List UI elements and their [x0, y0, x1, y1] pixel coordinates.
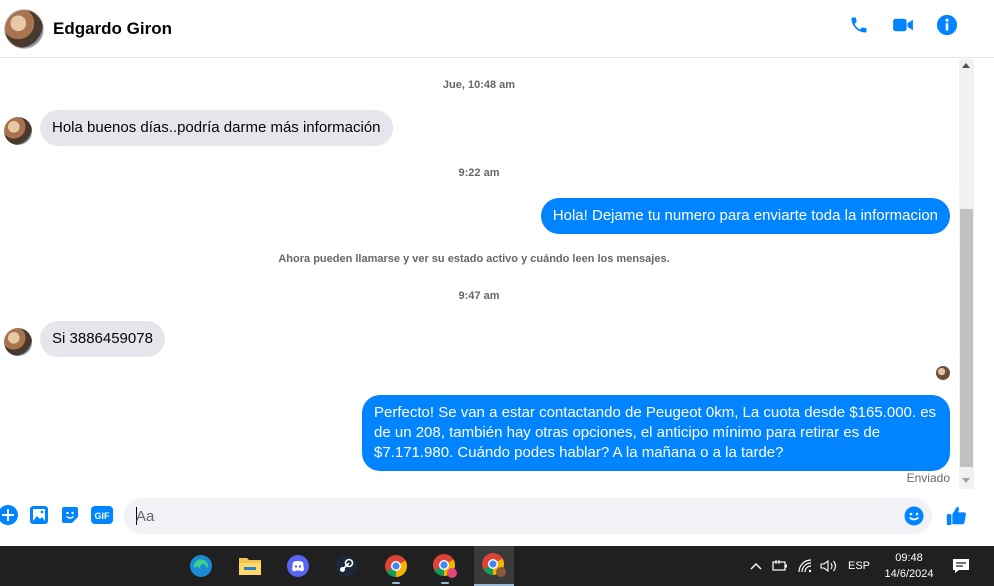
notifications-icon[interactable]: [952, 546, 970, 586]
clock-date: 14/6/2024: [884, 568, 934, 580]
running-indicator: [392, 582, 400, 584]
message-list[interactable]: Jue, 10:48 am Hola buenos días..podría d…: [0, 59, 958, 489]
gif-icon[interactable]: GIF: [90, 504, 114, 526]
sticker-icon[interactable]: [59, 504, 81, 526]
discord-icon[interactable]: [278, 546, 318, 586]
contact-name[interactable]: Edgardo Giron: [53, 19, 172, 39]
incoming-message[interactable]: Hola buenos días..podría darme más infor…: [40, 110, 393, 146]
edge-icon[interactable]: [181, 546, 221, 586]
header-actions: [848, 14, 958, 36]
contact-avatar[interactable]: [4, 8, 44, 49]
outgoing-message[interactable]: Hola! Dejame tu numero para enviarte tod…: [540, 198, 950, 234]
wifi-icon[interactable]: [798, 546, 814, 586]
delivery-status: Enviado: [906, 471, 950, 485]
scroll-down-arrow-icon[interactable]: [962, 478, 970, 483]
timestamp: 9:22 am: [458, 167, 500, 179]
incoming-message[interactable]: Si 3886459078: [40, 321, 165, 357]
sender-avatar[interactable]: [4, 328, 32, 356]
scroll-up-arrow-icon[interactable]: [962, 63, 970, 68]
chrome-profile-active-icon[interactable]: [474, 546, 514, 586]
sender-avatar[interactable]: [4, 117, 32, 145]
file-explorer-icon[interactable]: [230, 546, 270, 586]
emoji-icon[interactable]: [903, 505, 925, 527]
message-composer: GIF: [0, 494, 994, 540]
scrollbar[interactable]: [959, 59, 974, 489]
message-input[interactable]: [136, 506, 876, 526]
chrome-profile-icon[interactable]: [425, 546, 465, 586]
system-clock[interactable]: 09:48 14/6/2024: [876, 550, 942, 582]
chrome-icon[interactable]: [376, 546, 416, 586]
running-indicator: [441, 582, 449, 584]
seen-avatar: [936, 366, 950, 380]
outgoing-message[interactable]: Perfecto! Se van a estar contactando de …: [362, 395, 950, 471]
timestamp: 9:47 am: [458, 290, 500, 302]
gif-label: GIF: [95, 511, 111, 521]
phone-icon[interactable]: [848, 14, 870, 36]
plus-icon[interactable]: [0, 504, 19, 526]
image-icon[interactable]: [28, 504, 50, 526]
like-icon[interactable]: [944, 504, 968, 528]
chevron-up-icon[interactable]: [750, 546, 762, 586]
chat-header: Edgardo Giron: [0, 0, 994, 58]
video-camera-icon[interactable]: [892, 14, 914, 36]
battery-power-icon[interactable]: [772, 546, 790, 586]
message-input-wrapper[interactable]: [124, 498, 932, 534]
scrollbar-thumb[interactable]: [960, 209, 973, 467]
input-language[interactable]: ESP: [848, 546, 870, 586]
info-icon[interactable]: [936, 14, 958, 36]
windows-taskbar: ESP 09:48 14/6/2024: [0, 546, 994, 586]
clock-time: 09:48: [895, 552, 923, 564]
system-notice: Ahora pueden llamarse y ver su estado ac…: [278, 253, 670, 265]
timestamp: Jue, 10:48 am: [442, 79, 516, 91]
steam-icon[interactable]: [326, 546, 366, 586]
volume-icon[interactable]: [820, 546, 838, 586]
